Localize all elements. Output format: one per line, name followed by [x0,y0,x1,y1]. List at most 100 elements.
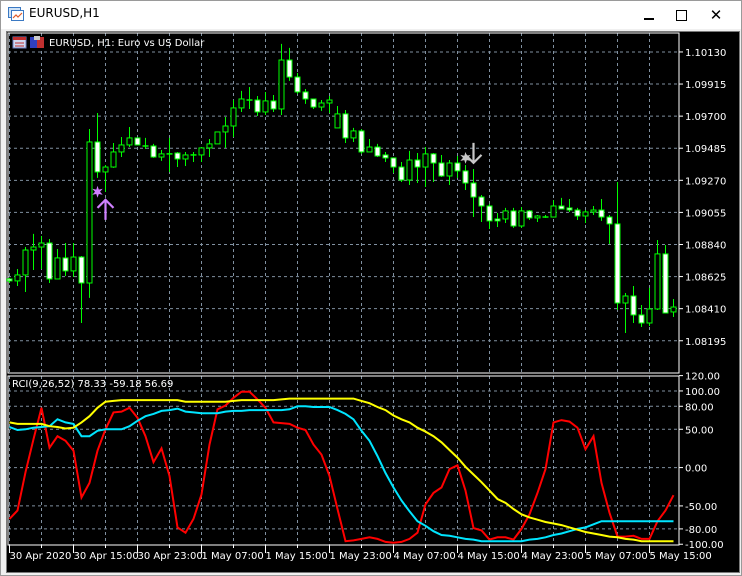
candle-body [94,141,101,173]
candle-body [102,166,109,173]
price-label: 1.08625 [685,273,726,284]
candle-body [422,153,429,168]
candle-body [622,295,629,304]
candle-body [230,107,237,127]
trading-icon [30,36,44,48]
candle-body [502,210,509,220]
candle-body [270,100,277,110]
bullish-candle [670,298,677,318]
candle-body [598,209,605,218]
bullish-candle [54,248,61,280]
bearish-candle [574,207,581,221]
time-label: 30 Apr 15:00 [74,551,139,562]
candle-body [558,205,565,210]
candle-body [62,257,69,272]
candle-body [646,308,653,324]
price-label: 1.08195 [685,337,726,348]
candle-body [214,131,221,145]
bullish-candle [222,117,229,148]
bullish-candle [214,131,221,145]
candle-body [430,153,437,164]
price-axis: 1.10130 1.09915 1.09700 1.09485 1.09270 1.090… [679,48,726,348]
bearish-candle [302,88,309,104]
bearish-candle [430,153,437,182]
bullish-candle [158,150,165,161]
bullish-candle [582,210,589,223]
bearish-candle [398,161,405,182]
candle-body [6,278,13,282]
bearish-candle [310,98,317,109]
signal-star-icon [92,185,103,198]
rci-axis-label: -100.00 [685,540,724,551]
candle-body [390,157,397,168]
candle-body [286,59,293,78]
bullish-candle [14,268,21,286]
chart-header: EURUSD, H1: Euro vs US Dollar [12,36,205,49]
bearish-candle [510,207,517,228]
candle-body [30,246,37,251]
bullish-candle [166,137,173,172]
candle-body [310,98,317,108]
candle-body [70,256,77,272]
candle-body [518,210,525,227]
candle-body [366,146,373,153]
candles [6,43,677,333]
candle-body [638,314,645,324]
buy-arrow-up-icon [96,198,115,220]
candle-body [262,100,269,113]
bearish-candle [286,47,293,81]
bearish-candle [558,197,565,210]
bearish-candle [606,214,613,244]
candle-body [358,130,365,153]
bullish-candle [278,43,285,115]
candle-body [454,162,461,172]
chart-canvas[interactable]: 1.10130 1.09915 1.09700 1.09485 1.09270 1.090… [0,0,742,576]
bearish-candle [358,128,365,154]
time-axis: 30 Apr 2020 30 Apr 15:0030 Apr 23:001 May… [8,544,712,562]
rci-axis-label: 120.00 [685,372,720,383]
price-label: 1.09485 [685,144,726,155]
candle-body [174,152,181,160]
time-label: 4 May 07:00 [394,551,456,562]
candle-body [334,113,341,129]
rci-axis-label: 50.00 [685,425,714,436]
bearish-candle [342,110,349,143]
candle-body [614,223,621,304]
bullish-candle [142,137,149,149]
bullish-candle [110,143,117,168]
time-label: 30 Apr 2020 [10,551,72,562]
candle-body [374,146,381,157]
bullish-candle [534,214,541,222]
bearish-candle [662,244,669,314]
symbol-label: EURUSD, H1: Euro vs US Dollar [49,38,205,49]
bullish-candle [366,138,373,153]
candle-body [326,99,333,104]
bearish-candle [438,154,445,178]
candle-body [302,91,309,100]
bullish-candle [190,151,197,162]
rci-axis-label: 100.00 [685,387,720,398]
bullish-candle [654,240,661,311]
bullish-candle [446,160,453,185]
time-label: 1 May 23:00 [330,551,392,562]
bullish-candle [86,128,93,298]
candle-body [510,210,517,227]
bullish-candle [182,151,189,166]
candle-body [158,153,165,158]
candle-body [462,170,469,184]
bearish-candle [174,151,181,168]
bullish-candle [326,95,333,113]
candle-body [382,154,389,159]
price-label: 1.09055 [685,208,726,219]
candle-body [446,162,453,177]
bullish-candle [118,137,125,158]
bullish-candle [198,147,205,162]
candle-body [406,159,413,181]
candle-body [118,144,125,153]
bullish-candle [30,233,37,271]
candle-body [670,306,677,313]
candle-body [654,253,661,310]
candle-body [486,205,493,222]
time-label: 5 May 07:00 [586,551,648,562]
candle-body [550,205,557,218]
